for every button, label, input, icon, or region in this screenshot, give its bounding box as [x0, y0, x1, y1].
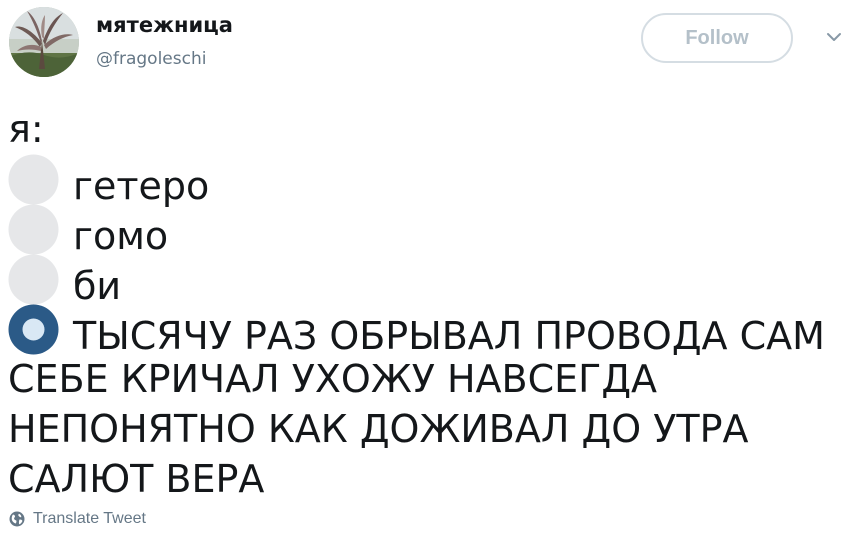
- option-row: гетеро: [8, 154, 848, 208]
- white-circle-icon: [8, 254, 59, 305]
- tweet-text-line: СЕБЕ КРИЧАЛ УХОЖУ НАВСЕГДА: [8, 357, 658, 401]
- white-circle-icon: [8, 204, 59, 255]
- translate-tweet-link[interactable]: Translate Tweet: [9, 508, 146, 530]
- chevron-down-icon[interactable]: [826, 31, 842, 43]
- translate-label: Translate Tweet: [33, 510, 146, 527]
- tweet-intro: я:: [8, 107, 44, 151]
- avatar-image: [9, 7, 79, 77]
- tweet-text-line: САЛЮТ ВЕРА: [8, 457, 265, 501]
- radio-button-icon: [8, 304, 59, 355]
- option-label: ТЫСЯЧУ РАЗ ОБРЫВАЛ ПРОВОДА САМ: [73, 314, 825, 358]
- follow-button[interactable]: Follow: [641, 13, 793, 63]
- avatar[interactable]: [9, 7, 79, 77]
- white-circle-icon: [8, 154, 59, 205]
- display-name[interactable]: мятежница: [96, 10, 233, 40]
- option-row: гомо: [8, 204, 848, 258]
- option-row: би: [8, 254, 848, 308]
- option-label: гомо: [73, 214, 169, 258]
- tweet-text: я: гетеро гомо би ТЫСЯЧУ РАЗ ОБРЫВАЛ ПРО…: [8, 104, 848, 504]
- option-label: би: [73, 264, 122, 308]
- option-row-selected: ТЫСЯЧУ РАЗ ОБРЫВАЛ ПРОВОДА САМ: [8, 304, 848, 358]
- username[interactable]: @fragoleschi: [96, 47, 206, 71]
- tweet-text-line: НЕПОНЯТНО КАК ДОЖИВАЛ ДО УТРА: [8, 407, 749, 451]
- option-label: гетеро: [73, 164, 210, 208]
- globe-icon: [9, 511, 25, 527]
